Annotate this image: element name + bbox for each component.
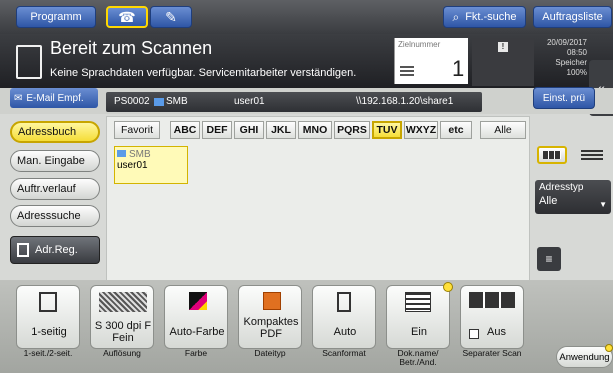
destination-id: PS0002 (114, 96, 150, 107)
warning-area: ! (472, 38, 534, 86)
duplex-button[interactable]: 1-seitig (16, 285, 80, 349)
filter-pqrs[interactable]: PQRS (334, 121, 370, 139)
grid-view-button[interactable] (537, 146, 567, 164)
color-icon (189, 292, 207, 310)
dropdown-arrow-icon: ▼ (599, 200, 607, 209)
scan-size-value: Auto (333, 326, 357, 338)
fax-mode-button[interactable]: ✎ (150, 6, 192, 28)
job-list-button[interactable]: Auftragsliste (533, 6, 612, 28)
envelope-icon: ✉ (14, 92, 23, 104)
address-entry-type: SMB (117, 149, 185, 160)
warning-icon: ! (498, 42, 508, 52)
color-button[interactable]: Auto-Farbe (164, 285, 228, 349)
docname-icon (405, 292, 431, 312)
grid-icon (543, 151, 561, 159)
file-type-caption: Dateityp (254, 348, 286, 358)
notification-dot-icon (605, 344, 613, 352)
setting-changed-indicator-icon (443, 282, 453, 292)
status-message: Keine Sprachdaten verfügbar. Servicemita… (50, 67, 357, 79)
separate-scan-icon (469, 292, 515, 308)
program-button[interactable]: Programm (16, 6, 96, 28)
filter-mno[interactable]: MNO (298, 121, 332, 139)
separate-scan-value: Aus (487, 326, 506, 338)
list-scroll-icon: ≡ (545, 252, 553, 266)
email-recipient-label: E-Mail Empf. (26, 92, 84, 104)
checkbox-icon (469, 329, 479, 339)
document-name-button[interactable]: Ein (386, 282, 453, 349)
smb-icon (154, 98, 164, 106)
scan-size-button[interactable]: Auto (312, 285, 376, 349)
sidebar-item-manual-entry[interactable]: Man. Eingabe (10, 150, 100, 172)
scan-size-icon (337, 292, 351, 312)
function-search-label: Fkt.-suche (465, 11, 517, 23)
address-entry-name: user01 (117, 160, 148, 171)
separate-scan-caption: Separater Scan (462, 348, 522, 358)
status-title: Bereit zum Scannen (50, 38, 213, 58)
address-register-label: Adr.Reg. (35, 244, 78, 256)
file-type-button[interactable]: Kompaktes PDF (238, 285, 302, 349)
function-search-button[interactable]: ⌕ Fkt.-suche (443, 6, 526, 28)
resolution-icon (99, 292, 147, 312)
email-recipient-button[interactable]: ✉ E-Mail Empf. (10, 88, 98, 108)
destination-user: user01 (234, 96, 265, 107)
duplex-caption: 1-seit./2-seit. (23, 348, 73, 358)
memory-label: Speicher (555, 58, 587, 67)
filter-ghi[interactable]: GHI (234, 121, 264, 139)
pdf-icon (263, 292, 281, 310)
fax-icon: ✎ (165, 8, 177, 25)
separate-scan-button[interactable]: Aus (460, 285, 524, 349)
document-name-caption: Dok.name/ Betr./And. (397, 348, 439, 367)
address-list-pane (106, 116, 530, 284)
sidebar-item-address-search[interactable]: Adresssuche (10, 205, 100, 227)
filter-abc[interactable]: ABC (170, 121, 200, 139)
scan-icon (16, 45, 42, 79)
sidebar-item-addressbook[interactable]: Adressbuch (10, 121, 100, 143)
scan-size-caption: Scanformat (322, 348, 366, 358)
smb-icon (117, 150, 126, 157)
list-view-button[interactable] (576, 146, 608, 164)
duplex-value: 1-seitig (31, 326, 67, 338)
page-menu-button[interactable]: ≡ (537, 247, 561, 271)
destination-type: SMB (166, 96, 188, 107)
color-value: Auto-Farbe (169, 326, 225, 338)
list-icon (400, 66, 414, 78)
memory-value: 100% (566, 68, 587, 77)
list-lines-icon (581, 150, 603, 160)
address-entry[interactable]: SMB user01 (114, 146, 188, 184)
search-icon: ⌕ (452, 9, 460, 24)
destination-path: \\192.168.1.20\share1 (356, 96, 454, 107)
address-type-selector[interactable]: Adresstyp Alle ▼ (535, 180, 611, 214)
filter-def[interactable]: DEF (202, 121, 232, 139)
destination-count-label: Zielnummer (398, 40, 441, 49)
resolution-caption: Auflösung (103, 348, 141, 358)
filter-all[interactable]: Alle (480, 121, 526, 139)
resolution-value: S 300 dpi F Fein (94, 320, 152, 344)
resolution-button[interactable]: S 300 dpi F Fein (90, 285, 154, 349)
filter-etc[interactable]: etc (440, 121, 472, 139)
scan-mode-button[interactable]: ☎ (106, 6, 148, 28)
filter-tuv[interactable]: TUV (372, 121, 402, 139)
color-caption: Farbe (184, 348, 208, 358)
register-icon (17, 243, 29, 257)
filter-jkl[interactable]: JKL (266, 121, 296, 139)
file-type-value: Kompaktes PDF (243, 316, 299, 340)
sidebar-item-job-history[interactable]: Auftr.verlauf (10, 178, 100, 200)
selected-destination[interactable]: PS0002 SMB user01 \\192.168.1.20\share1 (106, 92, 482, 112)
duplex-icon (39, 292, 57, 312)
date: 20/09/2017 (546, 38, 587, 47)
destination-count-value: 1 (452, 56, 465, 81)
address-register-button[interactable]: Adr.Reg. (10, 236, 100, 264)
date-memory-box: 20/09/2017 08:50 Speicher 100% (535, 38, 587, 86)
time: 08:50 (566, 48, 587, 57)
filter-wxyz[interactable]: WXYZ (404, 121, 438, 139)
document-name-value: Ein (411, 326, 427, 338)
check-settings-button[interactable]: Einst. prü (533, 87, 595, 109)
phone-icon: ☎ (118, 8, 136, 25)
address-type-label: Adresstyp (539, 182, 584, 193)
filter-favorites[interactable]: Favorit (114, 121, 160, 139)
